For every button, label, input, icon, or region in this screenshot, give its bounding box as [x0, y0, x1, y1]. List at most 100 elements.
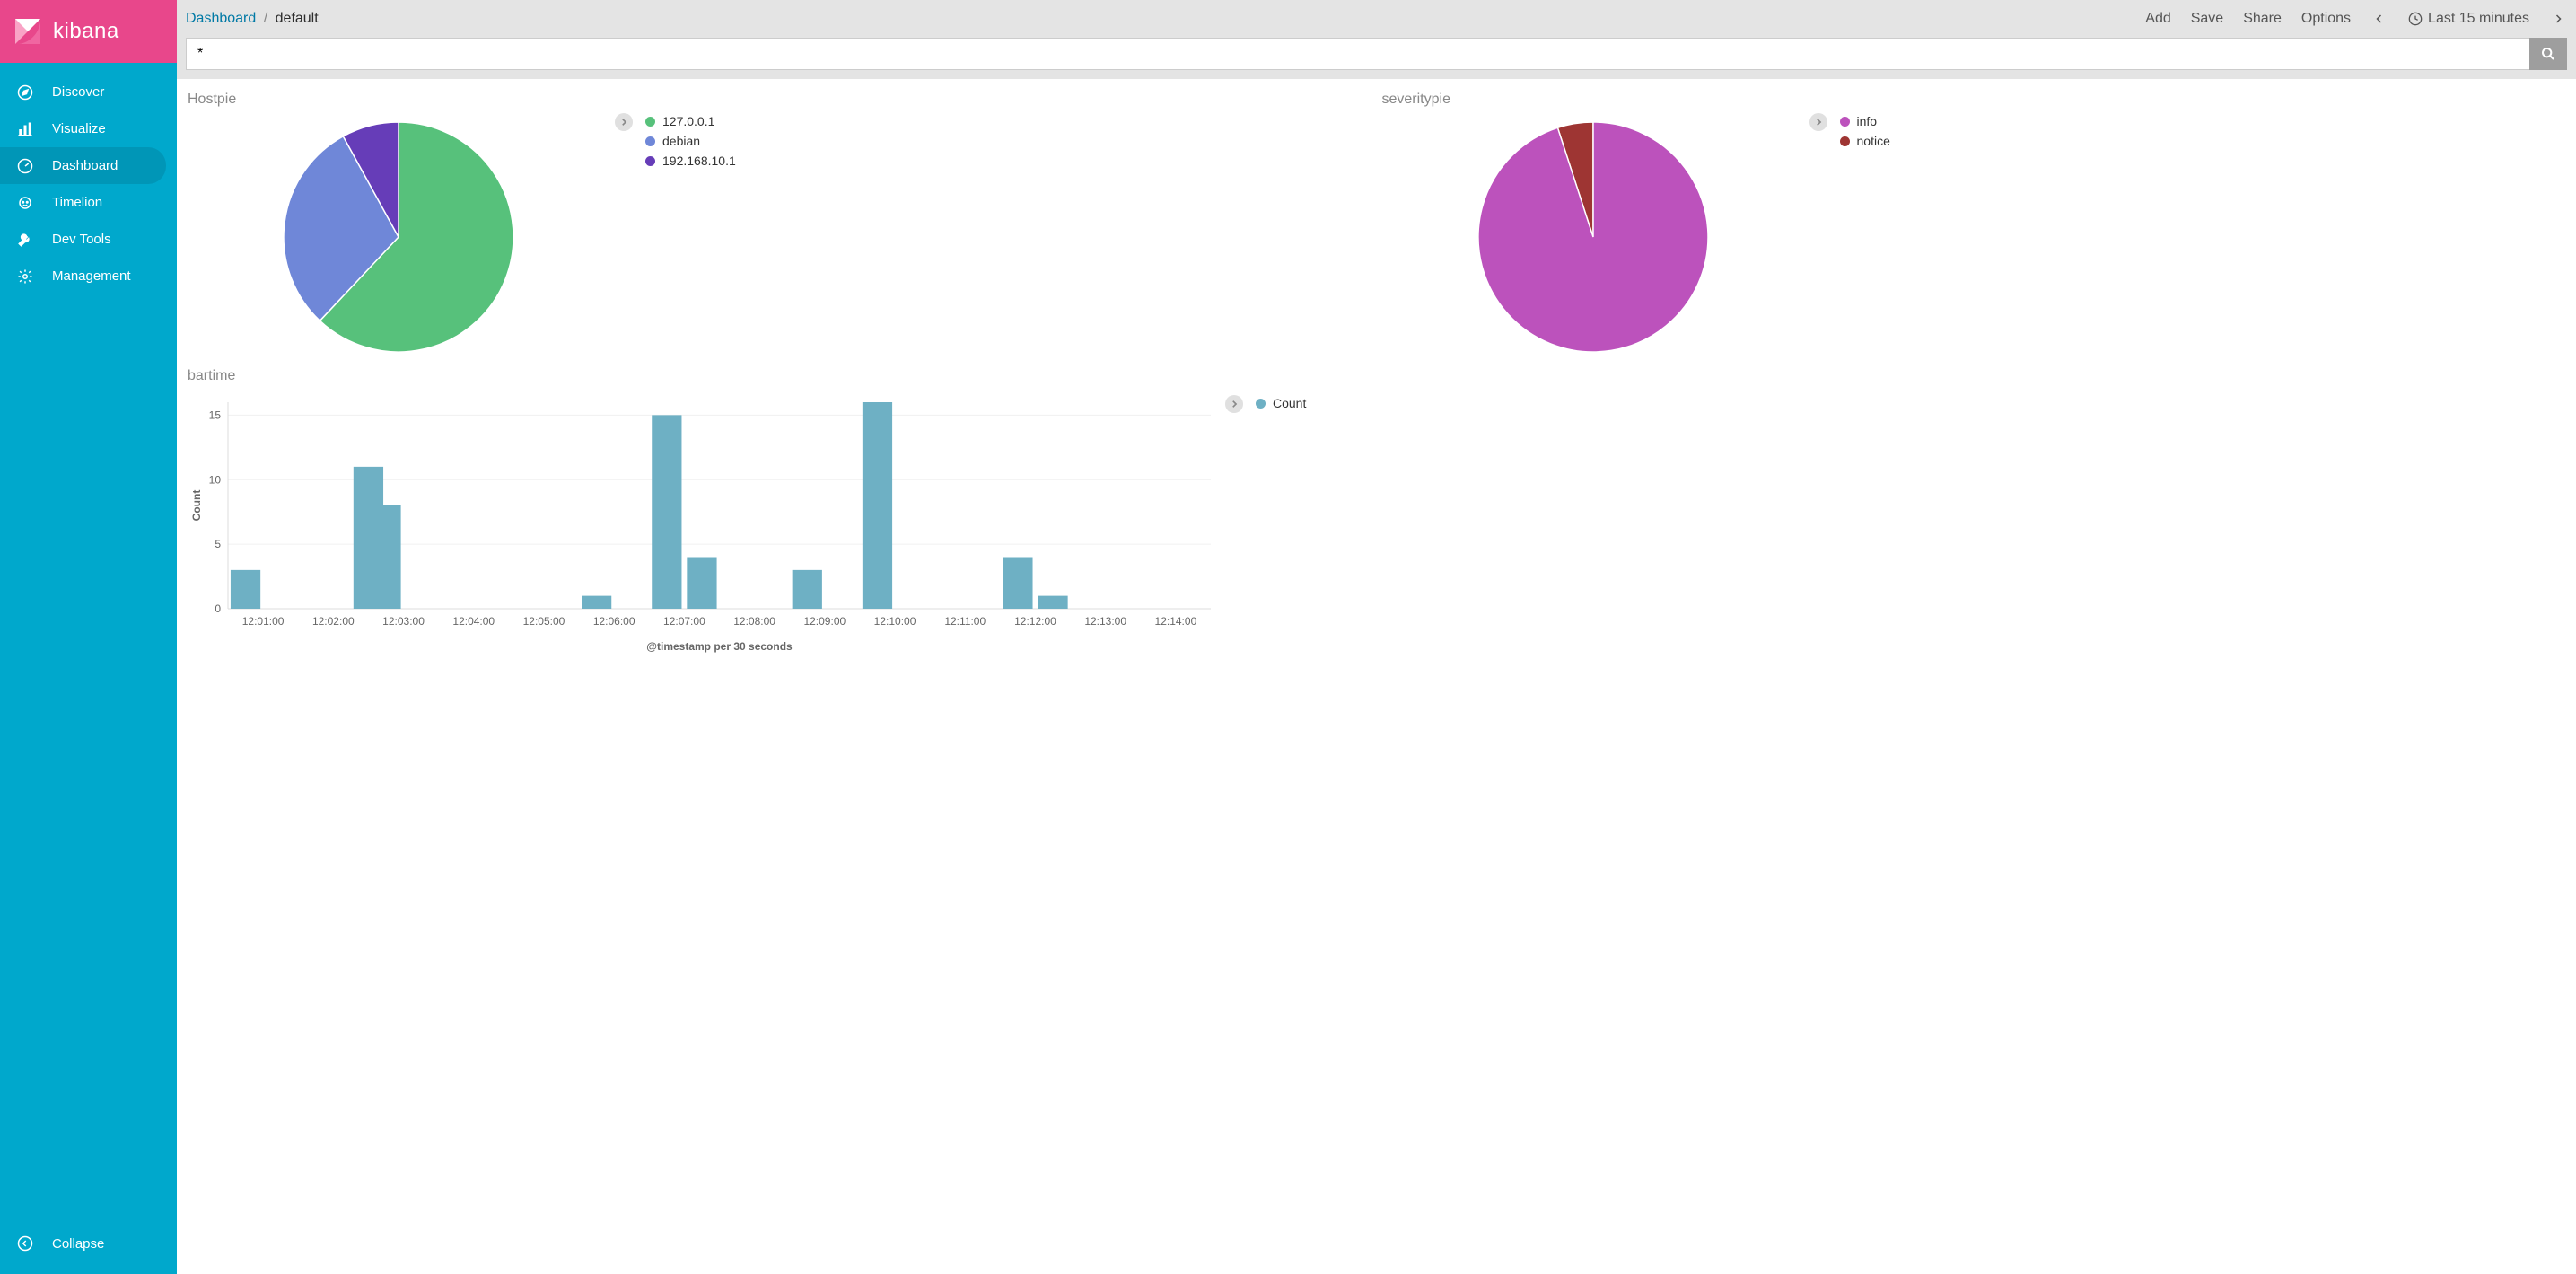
svg-text:15: 15 — [209, 409, 222, 421]
gear-icon — [16, 268, 34, 286]
breadcrumb-current: default — [276, 11, 319, 26]
lion-icon — [16, 194, 34, 212]
breadcrumb-separator: / — [264, 11, 267, 26]
time-picker[interactable]: Last 15 minutes — [2408, 11, 2529, 27]
time-prev-button[interactable] — [2370, 13, 2388, 24]
bar-chart-icon — [16, 120, 34, 138]
panel-severitypie: severitypie info notice — [1382, 86, 2566, 363]
compass-icon — [16, 83, 34, 101]
panel-title: severitypie — [1382, 92, 2566, 108]
legend-label: 127.0.0.1 — [662, 114, 714, 128]
svg-text:12:07:00: 12:07:00 — [663, 615, 705, 628]
options-button[interactable]: Options — [2301, 11, 2351, 27]
legend-item[interactable]: 192.168.10.1 — [645, 151, 1371, 171]
svg-text:12:05:00: 12:05:00 — [523, 615, 565, 628]
clock-icon — [2408, 12, 2423, 26]
svg-text:@timestamp per 30 seconds: @timestamp per 30 seconds — [646, 640, 793, 653]
chevron-left-circle-icon — [16, 1234, 34, 1252]
svg-text:12:14:00: 12:14:00 — [1155, 615, 1197, 628]
panel-title: bartime — [188, 368, 2565, 384]
breadcrumb-root-link[interactable]: Dashboard — [186, 11, 256, 26]
sidebar: kibana Discover Visualize Dashboard Time… — [0, 0, 177, 1274]
legend-dot-icon — [645, 136, 655, 146]
sidebar-item-dashboard[interactable]: Dashboard — [0, 147, 166, 184]
panel-bartime: bartime 0 5 10 15 12:01:00 12:02:00 12:03:00 12… — [188, 368, 2565, 663]
hostpie-legend: 127.0.0.1 debian 192.168.10.1 — [609, 111, 1371, 363]
top-actions: Add Save Share Options Last 15 minutes — [2145, 11, 2567, 27]
sidebar-item-label: Timelion — [52, 195, 102, 210]
svg-text:5: 5 — [215, 538, 221, 550]
legend-toggle-button[interactable] — [1809, 113, 1827, 131]
pies-row: Hostpie 127.0.0.1 debian 192.168.10.1 seve… — [188, 86, 2565, 363]
time-label: Last 15 minutes — [2428, 11, 2529, 27]
search-button[interactable] — [2529, 38, 2567, 70]
sidebar-item-label: Dashboard — [52, 158, 118, 173]
gauge-icon — [16, 157, 34, 175]
topbar-row: Dashboard / default Add Save Share Optio… — [186, 5, 2567, 32]
svg-text:12:11:00: 12:11:00 — [944, 615, 986, 628]
svg-text:10: 10 — [209, 473, 222, 486]
legend-dot-icon — [1256, 399, 1266, 409]
svg-text:12:12:00: 12:12:00 — [1014, 615, 1056, 628]
legend-toggle-button[interactable] — [615, 113, 633, 131]
sidebar-nav: Discover Visualize Dashboard Timelion De… — [0, 63, 177, 1226]
search-row — [186, 38, 2567, 70]
svg-text:12:13:00: 12:13:00 — [1084, 615, 1126, 628]
svg-text:0: 0 — [215, 602, 221, 615]
legend-label: 192.168.10.1 — [662, 154, 736, 168]
svg-text:12:09:00: 12:09:00 — [803, 615, 846, 628]
panel-hostpie: Hostpie 127.0.0.1 debian 192.168.10.1 — [188, 86, 1371, 363]
panel-title: Hostpie — [188, 92, 1371, 108]
sidebar-item-devtools[interactable]: Dev Tools — [0, 221, 177, 258]
svg-text:Count: Count — [190, 490, 203, 522]
legend-dot-icon — [1840, 117, 1850, 127]
svg-text:12:01:00: 12:01:00 — [242, 615, 285, 628]
severitypie-chart — [1382, 111, 1804, 363]
search-icon — [2541, 47, 2555, 61]
legend-label: Count — [1273, 396, 1306, 410]
sidebar-footer: Collapse — [0, 1226, 177, 1274]
sidebar-item-label: Visualize — [52, 121, 106, 136]
sidebar-item-label: Management — [52, 268, 131, 284]
search-input[interactable] — [186, 38, 2529, 70]
brand-name: kibana — [53, 19, 119, 44]
legend-label: info — [1857, 114, 1878, 128]
svg-text:12:02:00: 12:02:00 — [312, 615, 355, 628]
hostpie-chart — [188, 111, 609, 363]
svg-text:12:04:00: 12:04:00 — [452, 615, 495, 628]
sidebar-item-label: Dev Tools — [52, 232, 111, 247]
legend-item[interactable]: debian — [645, 131, 1371, 151]
legend-label: debian — [662, 134, 700, 148]
topbar: Dashboard / default Add Save Share Optio… — [177, 0, 2576, 79]
main-area: Dashboard / default Add Save Share Optio… — [177, 0, 2576, 1274]
sidebar-item-label: Discover — [52, 84, 104, 100]
legend-item[interactable]: info — [1840, 111, 2566, 131]
svg-text:12:10:00: 12:10:00 — [874, 615, 916, 628]
sidebar-item-discover[interactable]: Discover — [0, 74, 177, 110]
sidebar-item-visualize[interactable]: Visualize — [0, 110, 177, 147]
svg-text:12:03:00: 12:03:00 — [382, 615, 425, 628]
legend-item[interactable]: notice — [1840, 131, 2566, 151]
dashboard: Hostpie 127.0.0.1 debian 192.168.10.1 seve… — [177, 79, 2576, 1274]
legend-dot-icon — [645, 156, 655, 166]
collapse-button[interactable]: Collapse — [0, 1226, 177, 1261]
legend-item[interactable]: 127.0.0.1 — [645, 111, 1371, 131]
add-button[interactable]: Add — [2145, 11, 2170, 27]
collapse-label: Collapse — [52, 1236, 104, 1252]
wrench-icon — [16, 231, 34, 249]
legend-item[interactable]: Count — [1256, 393, 1399, 413]
brand-header: kibana — [0, 0, 177, 63]
time-next-button[interactable] — [2549, 13, 2567, 24]
svg-text:12:06:00: 12:06:00 — [593, 615, 635, 628]
share-button[interactable]: Share — [2243, 11, 2282, 27]
legend-dot-icon — [1840, 136, 1850, 146]
legend-label: notice — [1857, 134, 1890, 148]
sidebar-item-management[interactable]: Management — [0, 258, 177, 294]
breadcrumb: Dashboard / default — [186, 11, 319, 27]
kibana-logo-icon — [13, 17, 42, 46]
sidebar-item-timelion[interactable]: Timelion — [0, 184, 177, 221]
save-button[interactable]: Save — [2191, 11, 2223, 27]
legend-toggle-button[interactable] — [1225, 395, 1243, 413]
bartime-legend: Count — [1220, 393, 1399, 663]
svg-text:12:08:00: 12:08:00 — [733, 615, 775, 628]
